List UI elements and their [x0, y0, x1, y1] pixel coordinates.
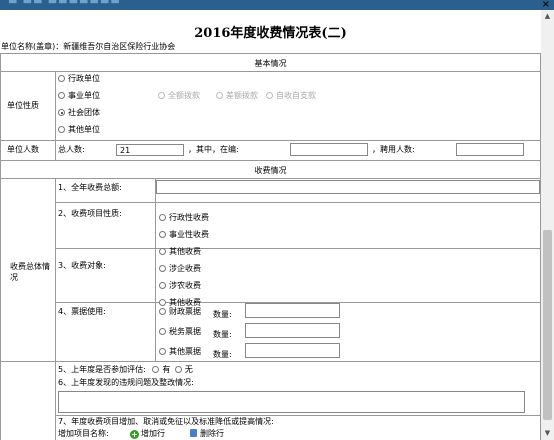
add-project-label: 增加项目名称: — [58, 429, 109, 438]
radio-icon[interactable] — [159, 348, 166, 355]
radio-icon[interactable] — [58, 92, 65, 99]
unit-name-value: 新疆维吾尔自治区保险行业协会 — [63, 42, 176, 51]
radio-option-enterprise-fee[interactable]: 涉企收费 — [159, 264, 201, 274]
table-border — [0, 361, 541, 362]
unit-name: 单位名称(盖章)：新疆维吾尔自治区保险行业协会 — [1, 41, 175, 52]
total-staff-label: 总人数: — [58, 145, 85, 154]
unit-name-label: 单位名称(盖章)： — [1, 42, 64, 51]
radio-no-icon[interactable] — [174, 366, 182, 373]
other-receipt-quantity-input[interactable] — [245, 343, 340, 358]
scroll-down-icon[interactable]: ▼ — [541, 427, 554, 440]
tax-receipt-quantity-input[interactable] — [245, 323, 340, 338]
form-content: 2016年度收费情况表(二) 单位名称(盖章)：新疆维吾尔自治区保险行业协会 基… — [0, 10, 541, 440]
radio-checked-icon[interactable] — [58, 109, 65, 116]
section-header-basic: 基本情况 — [254, 59, 287, 68]
evaluation-question: 5、上年度是否参加评估: 有 无 — [58, 365, 193, 374]
radio-option-institution-fee[interactable]: 事业性收费 — [159, 230, 209, 240]
table-border — [0, 53, 541, 54]
radio-option-finance-receipt[interactable]: 财政票据 — [159, 307, 201, 317]
staff-count-label: 单位人数 — [7, 145, 39, 154]
radio-option-agriculture-fee[interactable]: 涉农收费 — [159, 281, 201, 291]
radio-icon[interactable] — [159, 248, 166, 255]
finance-receipt-quantity-input[interactable] — [245, 303, 340, 318]
radio-icon[interactable] — [159, 282, 166, 289]
titlebar-ghost-text: ■ ■■ ■■■■■■■ — [8, 0, 121, 5]
radio-option-other-fee[interactable]: 其他收费 — [159, 247, 201, 257]
in-staff-label: ，其中，在编: — [188, 145, 239, 154]
annual-total-input[interactable] — [156, 180, 540, 194]
close-icon[interactable]: × — [542, 0, 550, 10]
radio-option-social-group[interactable]: 社会团体 — [58, 108, 100, 118]
section-header-fees: 收费情况 — [254, 166, 287, 175]
radio-option-admin-fee[interactable]: 行政性收费 — [159, 213, 209, 223]
radio-yes-icon[interactable] — [152, 366, 160, 373]
radio-option-partial-funding[interactable]: 差额拨款 — [216, 91, 258, 101]
add-row-button[interactable]: + 增加行 — [130, 429, 165, 439]
table-border — [0, 178, 541, 179]
table-border — [55, 178, 56, 440]
radio-option-admin[interactable]: 行政单位 — [58, 74, 100, 84]
overall-fees-label: 收费总体情况 — [10, 262, 50, 282]
unit-nature-label: 单位性质 — [7, 101, 39, 110]
table-border — [0, 140, 541, 141]
in-staff-input[interactable] — [290, 143, 368, 156]
violations-label: 6、上年度发现的违规问题及整改情况: — [58, 378, 194, 387]
window-titlebar: ■ ■■ ■■■■■■■ × — [0, 0, 554, 10]
annual-total-label: 1、全年收费总额: — [58, 183, 122, 192]
radio-option-tax-receipt[interactable]: 税务票据 — [159, 327, 201, 337]
table-border — [155, 178, 156, 361]
radio-option-institution[interactable]: 事业单位 — [58, 91, 100, 101]
radio-icon[interactable] — [58, 126, 65, 133]
radio-icon[interactable] — [159, 265, 166, 272]
radio-icon[interactable] — [159, 231, 166, 238]
radio-no-label[interactable]: 无 — [185, 365, 193, 374]
radio-icon[interactable] — [159, 328, 166, 335]
table-border — [55, 71, 56, 160]
add-icon: + — [130, 430, 139, 439]
radio-icon[interactable] — [216, 92, 223, 99]
tax-receipt-quantity-label: 数量: — [213, 330, 232, 339]
other-receipt-quantity-label: 数量: — [213, 350, 232, 359]
table-border — [0, 71, 541, 72]
table-border — [55, 415, 541, 416]
hired-staff-input[interactable] — [456, 143, 524, 156]
radio-icon[interactable] — [158, 92, 165, 99]
radio-option-other-receipt[interactable]: 其他票据 — [159, 347, 201, 357]
radio-icon[interactable] — [266, 92, 273, 99]
page-title: 2016年度收费情况表(二) — [194, 26, 347, 41]
radio-icon[interactable] — [159, 214, 166, 221]
fee-object-label: 3、收费对象: — [58, 261, 106, 270]
radio-yes-label[interactable]: 有 — [162, 365, 170, 374]
fee-nature-label: 2、收费项目性质: — [58, 209, 122, 218]
radio-icon[interactable] — [159, 299, 166, 306]
table-border — [55, 202, 541, 203]
radio-option-other-unit[interactable]: 其他单位 — [58, 125, 100, 135]
delete-row-button[interactable]: 删除行 — [190, 429, 224, 439]
table-border — [0, 53, 1, 440]
radio-icon[interactable] — [159, 308, 166, 315]
table-border — [0, 160, 541, 161]
changes-label: 7、年度收费项目增加、取消或免征以及标准降低或提高情况: — [58, 417, 274, 426]
total-staff-input[interactable]: 21 — [116, 144, 184, 156]
scroll-up-icon[interactable]: ▲ — [541, 10, 554, 23]
scrollbar-thumb[interactable] — [543, 230, 552, 420]
receipt-usage-label: 4、票据使用: — [58, 307, 106, 316]
vertical-scrollbar[interactable]: ▲ ▼ — [541, 10, 554, 440]
radio-option-self-funding[interactable]: 自收自支款 — [266, 91, 316, 101]
finance-receipt-quantity-label: 数量: — [213, 310, 232, 319]
hired-staff-label: ，聘用人数: — [372, 145, 415, 154]
trash-icon — [190, 429, 197, 437]
table-border — [55, 248, 541, 249]
radio-option-full-funding[interactable]: 全额拨款 — [158, 91, 200, 101]
radio-icon[interactable] — [58, 75, 65, 82]
violations-textarea[interactable] — [58, 391, 525, 413]
